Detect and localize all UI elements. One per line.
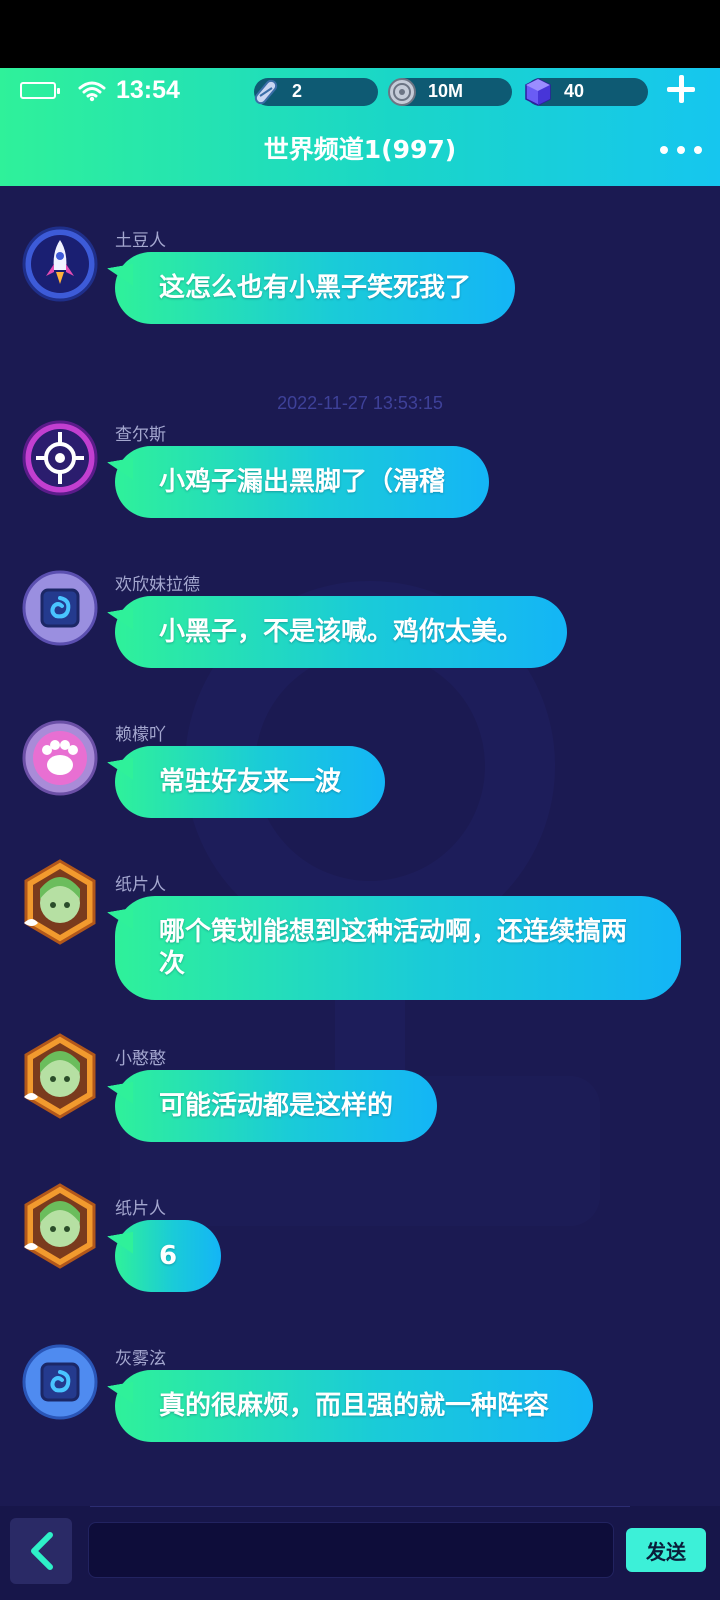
chat-input[interactable] <box>88 1522 614 1578</box>
wifi-icon <box>78 81 106 102</box>
more-icon[interactable] <box>660 146 702 156</box>
header: 13:54 2 10M 40 世界频道1(997) <box>0 68 720 186</box>
message-bubble: 小鸡子漏出黑脚了（滑稽 <box>115 446 490 518</box>
coin-icon <box>384 74 420 110</box>
message-username: 查尔斯 <box>115 425 166 445</box>
message-username: 纸片人 <box>115 875 166 895</box>
device-notch-bar <box>0 0 720 68</box>
message-username: 小憨憨 <box>115 1049 166 1069</box>
message-timestamp: 2022-11-27 13:53:15 <box>277 393 443 413</box>
resource-gem-value: 40 <box>564 81 585 101</box>
message-username: 灰雾泫 <box>115 1349 166 1369</box>
status-time: 13:54 <box>116 76 180 104</box>
message-bubble: 哪个策划能想到这种活动啊，还连续搞两次 <box>115 896 681 1000</box>
anime-girl-avatar[interactable] <box>22 1033 98 1119</box>
resource-skateboard[interactable]: 2 <box>254 78 378 106</box>
message-bubble: 真的很麻烦，而且强的就一种阵容 <box>115 1370 594 1442</box>
back-button[interactable] <box>10 1518 72 1584</box>
rocket-avatar[interactable] <box>22 226 98 302</box>
message-bubble: 可能活动都是这样的 <box>115 1070 438 1142</box>
message-bubble: 这怎么也有小黑子笑死我了 <box>115 252 516 324</box>
input-bar: 发送 <box>0 1506 720 1600</box>
chat-list[interactable]: 2022-11-27 13:53:15 土豆人 这怎么也有小黑子笑死我了 查尔斯… <box>0 186 720 1506</box>
message-username: 欢欣妹拉德 <box>115 575 200 595</box>
status-bar: 13:54 2 10M 40 <box>0 68 720 114</box>
gem-cube-icon <box>520 74 556 110</box>
resource-skateboard-value: 2 <box>292 81 303 101</box>
channel-title: 世界频道1(997) <box>263 135 457 164</box>
paw-avatar[interactable] <box>22 720 98 796</box>
message-username: 赖檬吖 <box>115 725 166 745</box>
resource-gem[interactable]: 40 <box>525 78 648 106</box>
resource-coin[interactable]: 10M <box>388 78 512 106</box>
swirl-avatar[interactable] <box>22 1344 98 1420</box>
anime-girl-avatar[interactable] <box>22 859 98 945</box>
chevron-left-icon <box>31 1532 53 1570</box>
plus-icon[interactable] <box>666 74 696 104</box>
message-username: 土豆人 <box>115 231 166 251</box>
resource-coin-value: 10M <box>428 81 464 101</box>
send-button[interactable]: 发送 <box>626 1528 706 1572</box>
emblem-avatar[interactable] <box>22 420 98 496</box>
message-bubble: 小黑子，不是该喊。鸡你太美。 <box>115 596 568 668</box>
divider <box>90 1506 630 1507</box>
skateboard-icon <box>248 74 284 110</box>
message-bubble: 常驻好友来一波 <box>115 746 386 818</box>
battery-icon <box>20 82 60 99</box>
message-username: 纸片人 <box>115 1199 166 1219</box>
swirl-avatar[interactable] <box>22 570 98 646</box>
anime-girl-avatar[interactable] <box>22 1183 98 1269</box>
message-bubble: 6 <box>115 1220 222 1292</box>
